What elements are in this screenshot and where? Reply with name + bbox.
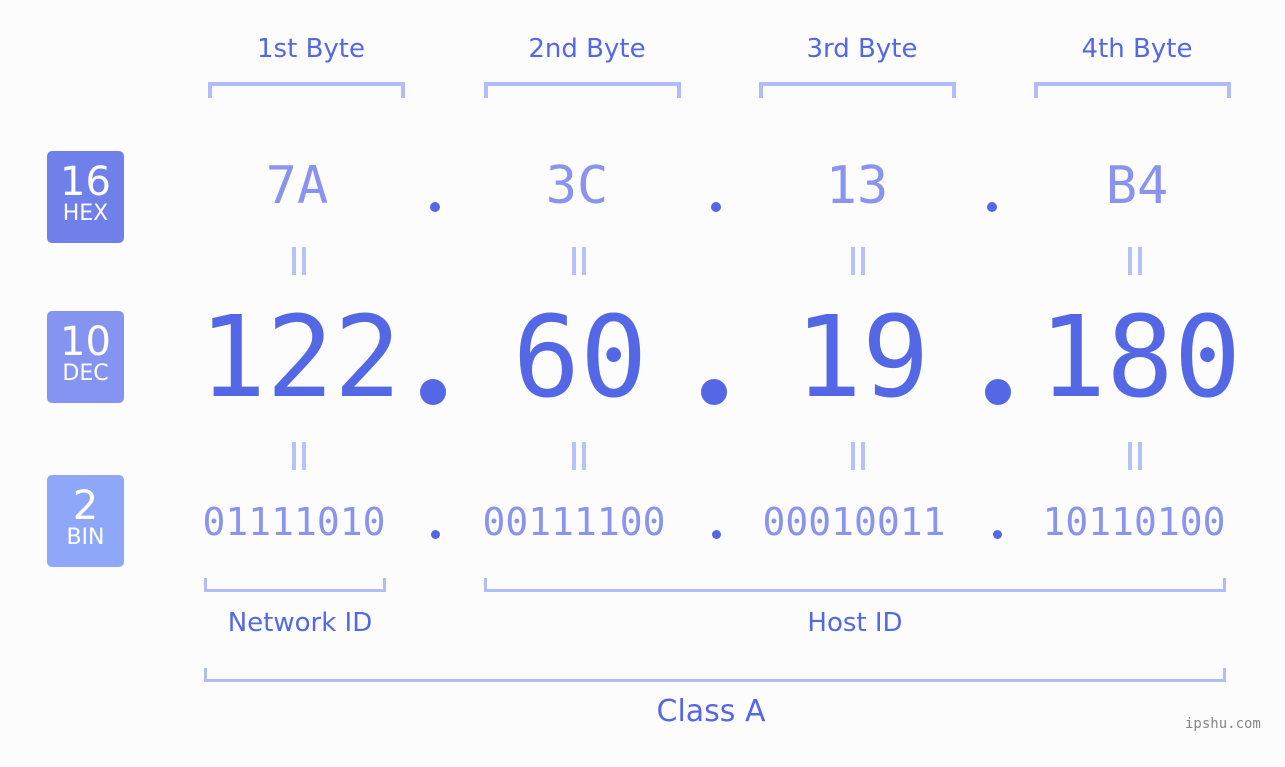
equals-sign — [1126, 442, 1146, 470]
dec-byte-2: 60 — [512, 293, 648, 423]
bin-byte-3: 00010011 — [762, 500, 946, 544]
byte-label-2: 2nd Byte — [528, 34, 646, 64]
equals-sign — [570, 247, 590, 275]
dec-byte-4: 180 — [1038, 293, 1242, 423]
class-label: Class A — [656, 694, 766, 729]
bin-base: 2 — [72, 483, 99, 529]
byte-label-1: 1st Byte — [257, 34, 365, 64]
equals-sign — [570, 442, 590, 470]
network-id-bracket — [204, 578, 386, 592]
byte-bracket-1 — [208, 82, 405, 98]
equals-sign — [849, 442, 869, 470]
dec-badge: 10 DEC — [47, 311, 124, 403]
hex-byte-2: 3C — [545, 156, 609, 216]
bin-dot-3 — [993, 530, 1002, 539]
hex-byte-4: B4 — [1105, 156, 1169, 216]
byte-bracket-2 — [484, 82, 681, 98]
watermark: ipshu.com — [1185, 716, 1261, 732]
bin-dot-2 — [712, 530, 721, 539]
bin-byte-4: 10110100 — [1042, 500, 1226, 544]
class-bracket — [204, 668, 1226, 682]
hex-base: 16 — [60, 159, 111, 205]
hex-dot-3 — [987, 202, 997, 212]
hex-byte-3: 13 — [825, 156, 889, 216]
hex-dot-1 — [430, 202, 440, 212]
bin-badge: 2 BIN — [47, 475, 124, 567]
equals-sign — [849, 247, 869, 275]
bin-byte-1: 01111010 — [202, 500, 386, 544]
bin-label: BIN — [66, 525, 105, 550]
hex-byte-1: 7A — [265, 156, 329, 216]
byte-label-3: 3rd Byte — [806, 34, 918, 64]
byte-bracket-4 — [1034, 82, 1231, 98]
byte-bracket-3 — [759, 82, 956, 98]
equals-sign — [290, 247, 310, 275]
dec-dot-3 — [985, 379, 1011, 405]
dec-label: DEC — [62, 361, 109, 386]
equals-sign — [290, 442, 310, 470]
dec-base: 10 — [60, 319, 111, 365]
host-id-bracket — [484, 578, 1226, 592]
equals-sign — [1126, 247, 1146, 275]
dec-byte-1: 122 — [198, 293, 402, 423]
hex-label: HEX — [62, 201, 109, 226]
hex-dot-2 — [711, 202, 721, 212]
dec-dot-2 — [701, 379, 727, 405]
host-id-label: Host ID — [807, 608, 903, 638]
byte-label-4: 4th Byte — [1081, 34, 1193, 64]
hex-badge: 16 HEX — [47, 151, 124, 243]
network-id-label: Network ID — [227, 608, 373, 638]
bin-byte-2: 00111100 — [482, 500, 666, 544]
bin-dot-1 — [431, 530, 440, 539]
dec-dot-1 — [420, 379, 446, 405]
dec-byte-3: 19 — [794, 293, 930, 423]
